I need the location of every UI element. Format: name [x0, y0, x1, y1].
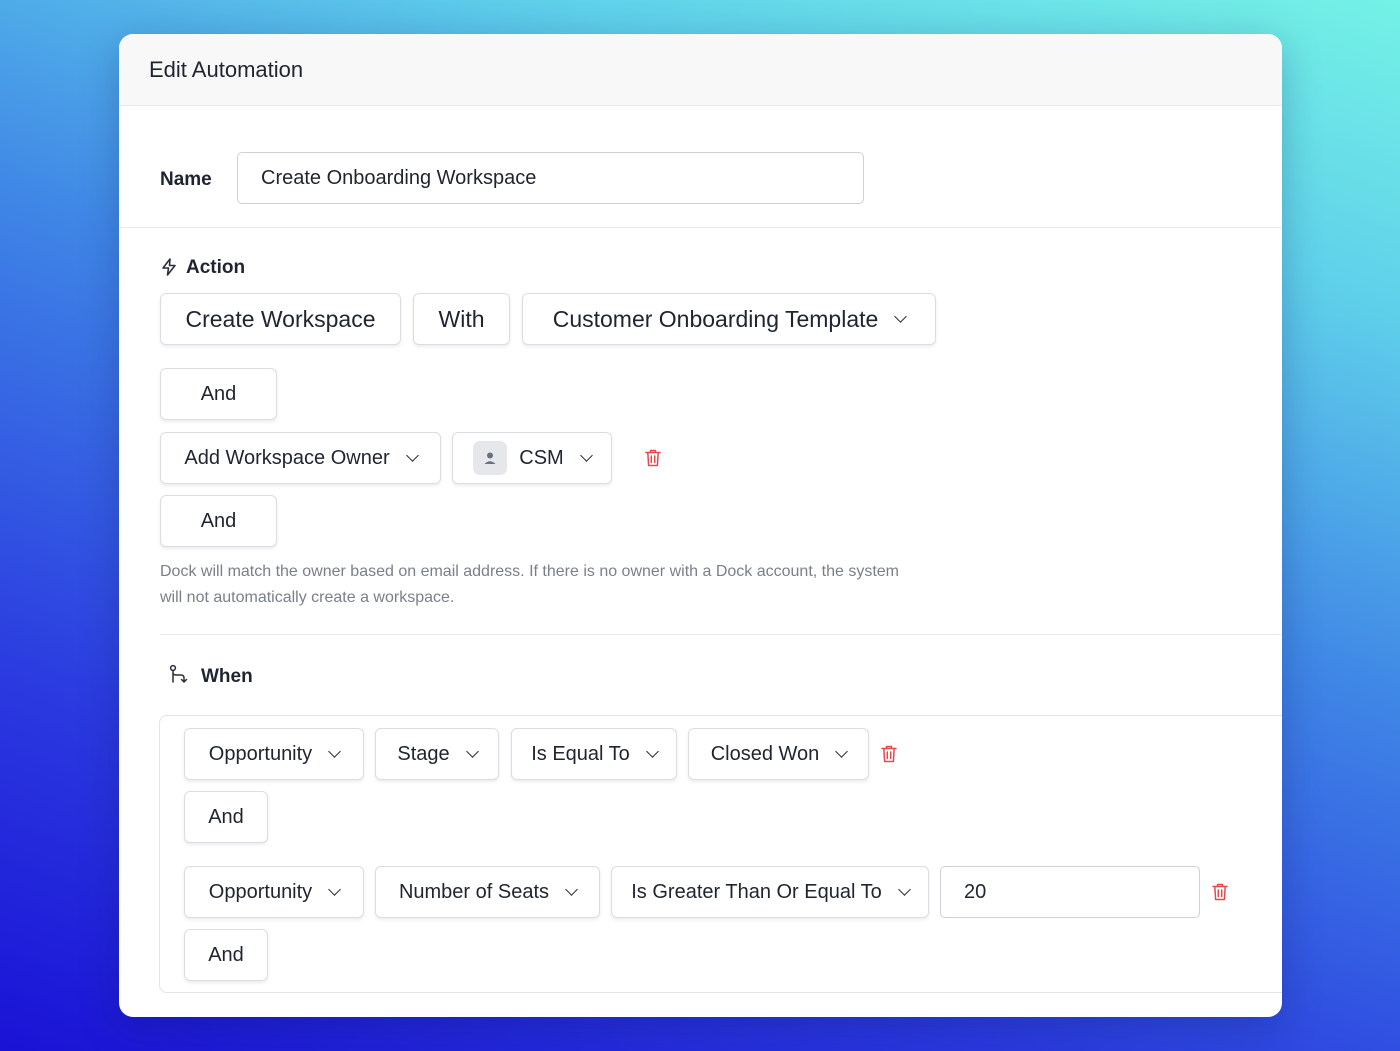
chevron-down-icon	[465, 744, 479, 758]
trash-icon[interactable]	[1211, 882, 1229, 902]
chevron-down-icon	[579, 448, 593, 462]
and-label: And	[200, 382, 237, 405]
template-dropdown[interactable]: Customer Onboarding Template	[522, 293, 936, 345]
conditions-panel: Opportunity Stage Is Equal To Closed Won…	[159, 715, 1282, 993]
name-input[interactable]: Create Onboarding Workspace	[237, 152, 864, 204]
condition-operator-label: Is Greater Than Or Equal To	[631, 880, 882, 903]
with-button[interactable]: With	[413, 293, 510, 345]
condition-object-label: Opportunity	[208, 880, 313, 903]
add-workspace-owner-dropdown[interactable]: Add Workspace Owner	[160, 432, 441, 484]
chevron-down-icon	[645, 744, 659, 758]
chevron-down-icon	[328, 882, 342, 896]
dialog-title: Edit Automation	[149, 56, 304, 82]
name-input-value: Create Onboarding Workspace	[261, 166, 537, 189]
condition-field-label: Stage	[397, 742, 450, 765]
owner-matching-note: Dock will match the owner based on email…	[160, 563, 900, 606]
edit-automation-dialog: Edit Automation Name Create Onboarding W…	[119, 34, 1282, 1017]
and-button[interactable]: And	[184, 929, 268, 981]
owner-dropdown[interactable]: CSM	[452, 432, 612, 484]
trash-icon[interactable]	[880, 744, 898, 764]
and-label: And	[208, 805, 244, 828]
condition-object-dropdown[interactable]: Opportunity	[184, 728, 364, 780]
condition-field-dropdown[interactable]: Stage	[375, 728, 499, 780]
condition-field-dropdown[interactable]: Number of Seats	[375, 866, 600, 918]
condition-object-label: Opportunity	[208, 742, 313, 765]
lightning-icon	[159, 257, 179, 277]
dialog-header: Edit Automation	[119, 34, 1282, 106]
chevron-down-icon	[328, 744, 342, 758]
and-button[interactable]: And	[184, 791, 268, 843]
chevron-down-icon	[897, 882, 911, 896]
condition-object-dropdown[interactable]: Opportunity	[184, 866, 364, 918]
and-button[interactable]: And	[160, 368, 277, 420]
and-button[interactable]: And	[160, 495, 277, 547]
chevron-down-icon	[835, 744, 849, 758]
user-icon	[473, 441, 508, 475]
condition-value-label: Closed Won	[710, 742, 820, 765]
when-heading: When	[201, 666, 253, 687]
and-label: And	[200, 509, 237, 532]
trash-icon[interactable]	[644, 448, 662, 468]
with-label: With	[438, 305, 485, 332]
condition-value-text: 20	[964, 880, 987, 903]
action-heading: Action	[186, 257, 246, 278]
condition-value-dropdown[interactable]: Closed Won	[688, 728, 869, 780]
condition-operator-label: Is Equal To	[531, 742, 630, 765]
owner-action-label: Add Workspace Owner	[184, 446, 390, 469]
branch-icon	[168, 664, 190, 686]
owner-value: CSM	[519, 446, 564, 469]
divider	[119, 227, 1282, 228]
condition-value-input[interactable]: 20	[940, 866, 1200, 918]
divider	[160, 634, 1282, 635]
condition-operator-dropdown[interactable]: Is Equal To	[511, 728, 677, 780]
and-label: And	[208, 943, 244, 966]
condition-operator-dropdown[interactable]: Is Greater Than Or Equal To	[611, 866, 929, 918]
chevron-down-icon	[565, 882, 578, 896]
name-label: Name	[160, 169, 212, 190]
create-workspace-button[interactable]: Create Workspace	[160, 293, 401, 345]
template-label: Customer Onboarding Template	[552, 305, 879, 332]
chevron-down-icon	[405, 448, 419, 462]
chevron-down-icon	[894, 309, 908, 323]
condition-field-label: Number of Seats	[398, 880, 550, 903]
create-workspace-label: Create Workspace	[185, 305, 376, 332]
